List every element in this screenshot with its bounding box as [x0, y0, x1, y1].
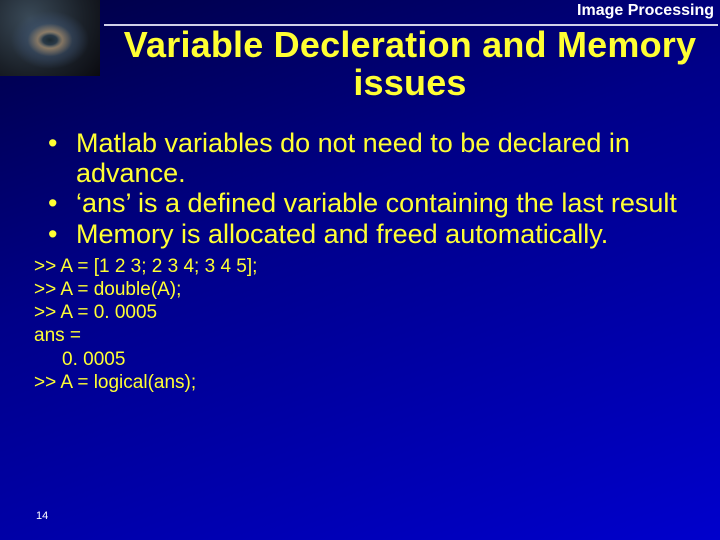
- code-line: 0. 0005: [34, 348, 704, 371]
- nebula-logo: [0, 0, 100, 76]
- bullet-item: Matlab variables do not need to be decla…: [34, 128, 704, 188]
- slide-body: Matlab variables do not need to be decla…: [0, 98, 720, 394]
- slide-title: Variable Decleration and Memory issues: [100, 26, 720, 102]
- page-number: 14: [36, 510, 48, 522]
- course-label: Image Processing: [577, 2, 714, 20]
- bullet-item: Memory is allocated and freed automatica…: [34, 219, 704, 249]
- code-line: >> A = logical(ans);: [34, 371, 704, 394]
- code-line: >> A = double(A);: [34, 278, 704, 301]
- code-line: >> A = [1 2 3; 2 3 4; 3 4 5];: [34, 255, 704, 278]
- code-line: >> A = 0. 0005: [34, 301, 704, 324]
- slide-header: Image Processing Variable Decleration an…: [0, 0, 720, 98]
- bullet-list: Matlab variables do not need to be decla…: [34, 128, 704, 249]
- bullet-item: ‘ans’ is a defined variable containing t…: [34, 188, 704, 218]
- code-block: >> A = [1 2 3; 2 3 4; 3 4 5]; >> A = dou…: [34, 255, 704, 394]
- code-line: ans =: [34, 324, 704, 347]
